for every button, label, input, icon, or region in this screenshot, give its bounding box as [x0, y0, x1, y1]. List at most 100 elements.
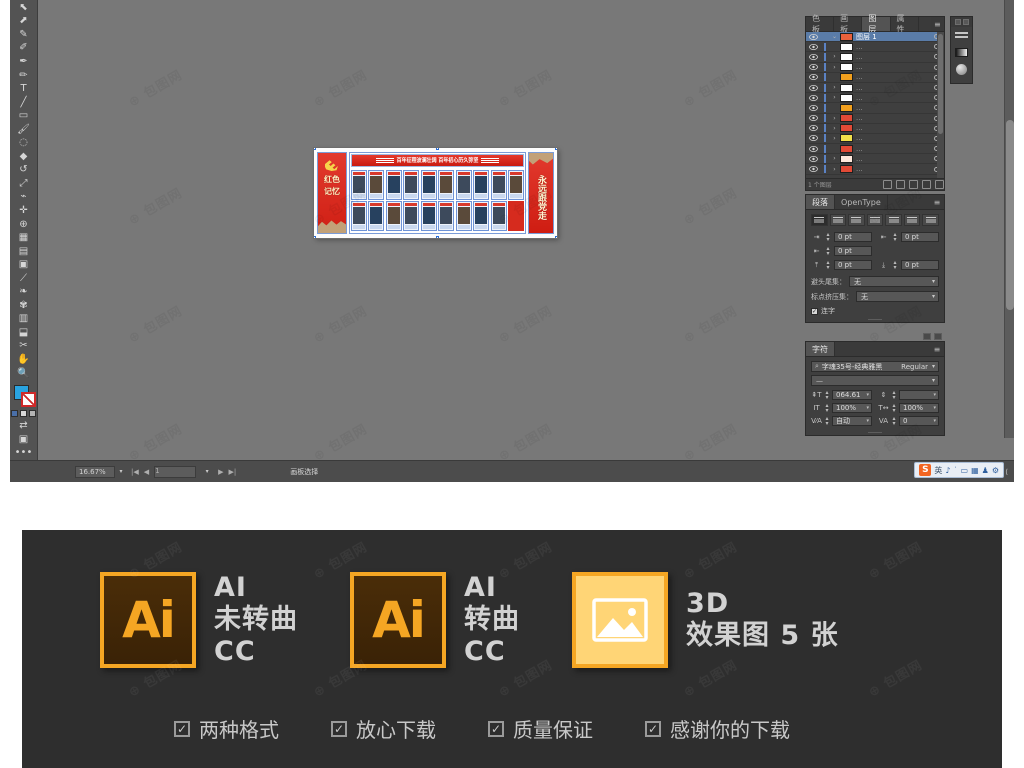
- blend-tool[interactable]: ❧: [11, 285, 37, 299]
- color-mode-buttons[interactable]: [11, 409, 37, 420]
- edit-toolbar-button[interactable]: •••: [11, 446, 37, 460]
- transparency-panel-icon[interactable]: [951, 61, 972, 78]
- right-indent-field[interactable]: 0 pt: [901, 232, 939, 242]
- layer-visibility-icon[interactable]: [806, 155, 820, 162]
- tab-画板[interactable]: 画板: [834, 14, 863, 34]
- layer-row[interactable]: ›...: [806, 83, 944, 94]
- column-graph-tool[interactable]: ▥: [11, 313, 37, 327]
- tracking-field[interactable]: 0: [899, 416, 939, 426]
- locate-object-icon[interactable]: [883, 180, 892, 189]
- layers-panel-footer[interactable]: 1 个图层: [806, 178, 944, 190]
- perspective-grid-tool[interactable]: ▦: [11, 231, 37, 245]
- ime-tool-icon-0[interactable]: ♪: [945, 466, 950, 475]
- prev-artboard-button[interactable]: ◀: [144, 468, 149, 476]
- canvas-vertical-scrollbar[interactable]: [1004, 0, 1014, 438]
- layer-lock-column[interactable]: [820, 42, 829, 51]
- artboard-dropdown-icon[interactable]: ▾: [201, 468, 213, 475]
- layer-visibility-icon[interactable]: [806, 74, 820, 81]
- layers-panel[interactable]: 色板 画板 图层 属性 ≡ ⌄ 图层 1... ›... ›...... ›... ›......…: [805, 14, 945, 191]
- shaper-tool[interactable]: ◌: [11, 136, 37, 150]
- justify-last-right-button[interactable]: [903, 214, 921, 226]
- leading-stepper[interactable]: ▴ ▾: [891, 390, 897, 401]
- magic-wand-tool[interactable]: ✎: [11, 28, 37, 42]
- delete-layer-icon[interactable]: [935, 180, 944, 189]
- layer-row[interactable]: ›...: [806, 134, 944, 145]
- layer-visibility-icon[interactable]: [806, 166, 820, 173]
- paragraph-panel-tabs[interactable]: 段落 OpenType ≡: [806, 195, 944, 210]
- align-center-button[interactable]: [829, 214, 847, 226]
- left-indent-stepper[interactable]: ▴ ▾: [825, 232, 831, 243]
- layer-row[interactable]: ›...: [806, 124, 944, 134]
- tab-色板[interactable]: 色板: [806, 14, 835, 34]
- lasso-tool[interactable]: ✐: [11, 42, 37, 56]
- layer-row[interactable]: ⌄ 图层 1: [806, 32, 944, 43]
- space-before-field[interactable]: 0 pt: [834, 260, 872, 270]
- layer-expand-arrow-icon[interactable]: ›: [829, 155, 840, 162]
- ime-tool-icon-5[interactable]: ⚙: [992, 466, 999, 475]
- collapsed-panel-strip[interactable]: [950, 16, 973, 84]
- layer-expand-arrow-icon[interactable]: ›: [829, 84, 840, 91]
- justify-last-center-button[interactable]: [885, 214, 902, 226]
- ime-toolbar[interactable]: S 英 ♪ ˙ ▭ ▦ ♟ ⚙: [914, 462, 1004, 478]
- character-panel[interactable]: 字符 ≡ ⌕ 字魂35号-经典雅黑 Regular — ⇞T ▴▾ 064.61: [805, 333, 945, 436]
- first-artboard-button[interactable]: |◀: [131, 468, 139, 476]
- layer-visibility-icon[interactable]: [806, 135, 820, 142]
- zoom-level-field[interactable]: 16.67%: [75, 465, 115, 478]
- layer-visibility-icon[interactable]: [806, 94, 820, 101]
- layer-lock-column[interactable]: [820, 103, 829, 112]
- create-sublayer-icon[interactable]: [909, 180, 918, 189]
- layer-lock-column[interactable]: [820, 73, 829, 82]
- layers-scroll-thumb[interactable]: [938, 34, 943, 134]
- character-panel-grip[interactable]: [806, 430, 944, 435]
- layer-visibility-icon[interactable]: [806, 33, 820, 40]
- tracking-stepper[interactable]: ▴ ▾: [891, 416, 897, 427]
- layer-lock-column[interactable]: [820, 144, 829, 153]
- layer-visibility-icon[interactable]: [806, 43, 820, 50]
- layer-lock-column[interactable]: [820, 165, 829, 174]
- create-new-layer-icon[interactable]: [922, 180, 931, 189]
- zoom-tool[interactable]: 🔍: [11, 367, 37, 381]
- fill-stroke-color-control[interactable]: [11, 383, 37, 408]
- justify-all-button[interactable]: [922, 214, 940, 226]
- symbol-sprayer-tool[interactable]: ✾: [11, 299, 37, 313]
- layer-expand-arrow-icon[interactable]: ›: [829, 166, 840, 173]
- collapsed-strip-header[interactable]: [951, 17, 972, 27]
- layer-lock-column[interactable]: [820, 114, 829, 123]
- layer-row[interactable]: ...: [806, 42, 944, 53]
- align-left-button[interactable]: [811, 214, 828, 226]
- leading-field[interactable]: [899, 390, 939, 400]
- vertical-scale-field[interactable]: 100%: [832, 403, 872, 413]
- layer-expand-arrow-icon[interactable]: ›: [829, 94, 840, 101]
- curvature-tool[interactable]: ✏: [11, 69, 37, 83]
- layer-row[interactable]: ...: [806, 73, 944, 83]
- character-panel-window-controls[interactable]: [923, 333, 942, 340]
- gradient-panel-icon[interactable]: [951, 44, 972, 61]
- burasagari-select[interactable]: 无: [856, 291, 939, 302]
- ime-tool-icon-4[interactable]: ♟: [982, 466, 989, 475]
- kerning-stepper[interactable]: ▴ ▾: [824, 416, 830, 427]
- horizontal-scale-stepper[interactable]: ▴ ▾: [891, 403, 897, 414]
- zoom-dropdown-icon[interactable]: ▾: [115, 468, 127, 475]
- status-indicator-text[interactable]: 画板选择: [290, 467, 318, 477]
- width-tool[interactable]: ⌁: [11, 191, 37, 205]
- align-right-button[interactable]: [848, 214, 865, 226]
- right-indent-stepper[interactable]: ▴ ▾: [892, 232, 898, 243]
- last-artboard-button[interactable]: ▶|: [229, 468, 237, 476]
- hand-tool[interactable]: ✋: [11, 353, 37, 367]
- left-indent-field[interactable]: 0 pt: [834, 232, 872, 242]
- vertical-scale-stepper[interactable]: ▴ ▾: [824, 403, 830, 414]
- layers-list[interactable]: ⌄ 图层 1... ›... ›...... ›... ›...... ›... ›... ›.…: [806, 32, 944, 178]
- tab-图层[interactable]: 图层: [862, 14, 891, 34]
- rotate-tool[interactable]: ↺: [11, 164, 37, 178]
- justify-last-left-button[interactable]: [866, 214, 884, 226]
- screen-mode-tool[interactable]: ▣: [11, 433, 37, 447]
- layer-lock-column[interactable]: [820, 83, 829, 92]
- none-button[interactable]: [29, 410, 36, 418]
- layers-panel-menu-icon[interactable]: ≡: [931, 17, 944, 31]
- tools-panel[interactable]: ⬉ ⬈ ✎ ✐ ✒ ✏ T ╱ ▭ 🖌 ◌ ◆ ↺ ⤢ ⌁ ✛ ⊕ ▦ ▤ ▣ ⟋ ❧ ✾ ▥ ⬓ ✂ ✋ 🔍 ⇄ ▣ •••: [10, 0, 38, 460]
- color-button[interactable]: [11, 410, 18, 418]
- layer-row[interactable]: ›...: [806, 164, 944, 175]
- shape-builder-tool[interactable]: ⊕: [11, 218, 37, 232]
- rectangle-tool[interactable]: ▭: [11, 109, 37, 123]
- first-line-indent-stepper[interactable]: ▴ ▾: [825, 246, 831, 257]
